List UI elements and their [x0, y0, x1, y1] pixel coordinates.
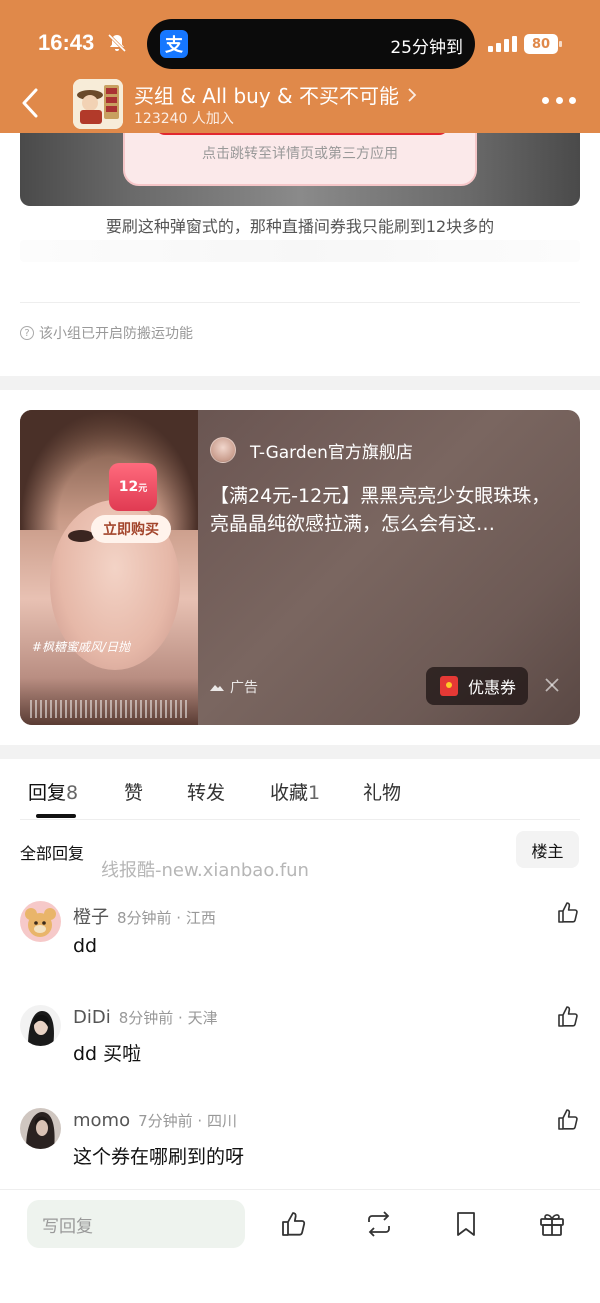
buy-now-button[interactable]: 立即购买 [91, 515, 171, 543]
post-caption: 要刷这种弹窗式的，那种直播间券我只能刷到12块多的 [105, 217, 495, 236]
all-replies-label: 全部回复 [20, 844, 85, 863]
shop-name: T-Garden官方旗舰店 [250, 442, 413, 463]
tab-gifts[interactable]: 礼物 [363, 778, 401, 805]
group-title: 买组 & All buy & 不买不可能 [134, 84, 399, 108]
thumbs-up-icon[interactable] [556, 1108, 580, 1132]
reply-text: dd 买啦 [73, 1043, 142, 1065]
ad-product-photo: 12 元 立即购买 #枫糖蜜戚风/日抛 [20, 410, 198, 725]
ad-fineprint [30, 700, 190, 718]
island-eta-text: 25分钟到 [390, 38, 463, 58]
thumbs-up-icon[interactable] [280, 1210, 308, 1238]
section-separator [0, 745, 600, 759]
ad-card[interactable]: 12 元 立即购买 #枫糖蜜戚风/日抛 T-Garden官方旗舰店 【满24元-1… [20, 410, 580, 725]
group-member-count: 123240 人加入 [134, 111, 234, 127]
status-time: 16:43 [38, 30, 95, 55]
coupon-bubble: 12 元 [109, 463, 157, 511]
group-avatar[interactable] [73, 79, 123, 129]
tab-replies[interactable]: 回复8 [28, 778, 78, 805]
app-root: 16:43 支 25分钟到 80 买组 & All buy & 不买不可能 12… [0, 0, 600, 1303]
ad-mountain-icon [210, 685, 224, 691]
watermark: 线报酷-new.xianbao.fun [101, 860, 309, 881]
shop-avatar [210, 437, 236, 463]
chevron-right-icon [408, 87, 417, 102]
tab-reposts[interactable]: 转发 [187, 778, 225, 805]
reply-author[interactable]: momo [73, 1110, 130, 1131]
bell-off-icon [107, 33, 127, 53]
owner-only-button[interactable]: 楼主 [516, 831, 579, 868]
thumbs-up-icon[interactable] [556, 1005, 580, 1029]
coupon-button[interactable]: 优惠券 [426, 667, 528, 705]
group-title-row[interactable]: 买组 & All buy & 不买不可能 [134, 80, 417, 109]
avatar[interactable] [20, 1108, 61, 1149]
avatar[interactable] [20, 901, 61, 942]
info-icon: ? [20, 326, 34, 340]
reply-text: dd [73, 935, 98, 957]
reply-time-location: 7分钟前 · 四川 [138, 1112, 237, 1130]
reply-author[interactable]: DiDi [73, 1007, 111, 1028]
faded-text-row [20, 240, 580, 262]
bookmark-icon[interactable] [452, 1210, 480, 1238]
alipay-icon: 支 [160, 30, 188, 58]
shop-row[interactable]: T-Garden官方旗舰店 [210, 437, 413, 463]
group-avatar-image [73, 79, 123, 129]
battery-icon: 80 [524, 34, 562, 54]
back-button[interactable] [18, 86, 44, 120]
divider [20, 819, 580, 820]
divider [20, 302, 580, 303]
dynamic-island[interactable]: 支 25分钟到 [147, 19, 475, 69]
tab-favorites[interactable]: 收藏1 [270, 778, 320, 805]
repost-icon[interactable] [365, 1210, 393, 1238]
bottom-action-bar: 写回复 [0, 1189, 600, 1303]
popup-hint-text: 点击跳转至详情页或第三方应用 [202, 146, 398, 162]
ad-label: 广告 [210, 677, 258, 697]
top-header: 16:43 支 25分钟到 80 买组 & All buy & 不买不可能 12… [0, 0, 600, 133]
avatar[interactable] [20, 1005, 61, 1046]
tab-likes[interactable]: 赞 [124, 778, 143, 805]
ad-title: 【满24元-12元】黑黑亮亮少女眼珠珠，亮晶晶纯欲感拉满，怎么会有这… [210, 485, 551, 535]
reply-item[interactable]: DiDi 8分钟前 · 天津 dd 买啦 [0, 1005, 600, 1095]
reply-input[interactable]: 写回复 [27, 1200, 245, 1248]
reply-item[interactable]: 橙子 8分钟前 · 江西 dd [0, 901, 600, 991]
reply-item[interactable]: momo 7分钟前 · 四川 这个券在哪刷到的呀 [0, 1108, 600, 1198]
red-envelope-icon [440, 676, 458, 696]
more-options-button[interactable] [542, 97, 576, 107]
reply-text: 这个券在哪刷到的呀 [73, 1146, 245, 1168]
anti-copy-notice: ? 该小组已开启防搬运功能 [20, 323, 193, 343]
reply-time-location: 8分钟前 · 天津 [118, 1009, 218, 1027]
active-tab-indicator [36, 814, 76, 818]
section-separator [0, 376, 600, 390]
gift-icon[interactable] [538, 1210, 566, 1238]
close-icon[interactable] [544, 677, 560, 693]
battery-level: 80 [524, 34, 558, 54]
popup-screenshot-card: 点击跳转至详情页或第三方应用 [123, 133, 477, 186]
signal-icon [488, 36, 517, 52]
thumbs-up-icon[interactable] [556, 901, 580, 925]
reply-time-location: 8分钟前 · 江西 [117, 909, 216, 927]
ad-hashtag: #枫糖蜜戚风/日抛 [32, 640, 131, 654]
anti-copy-text: 该小组已开启防搬运功能 [39, 326, 193, 342]
reply-author[interactable]: 橙子 [73, 903, 109, 929]
interaction-tabs: 回复8 赞 转发 收藏1 礼物 [0, 770, 600, 820]
post-image[interactable]: 点击跳转至详情页或第三方应用 [20, 133, 580, 206]
